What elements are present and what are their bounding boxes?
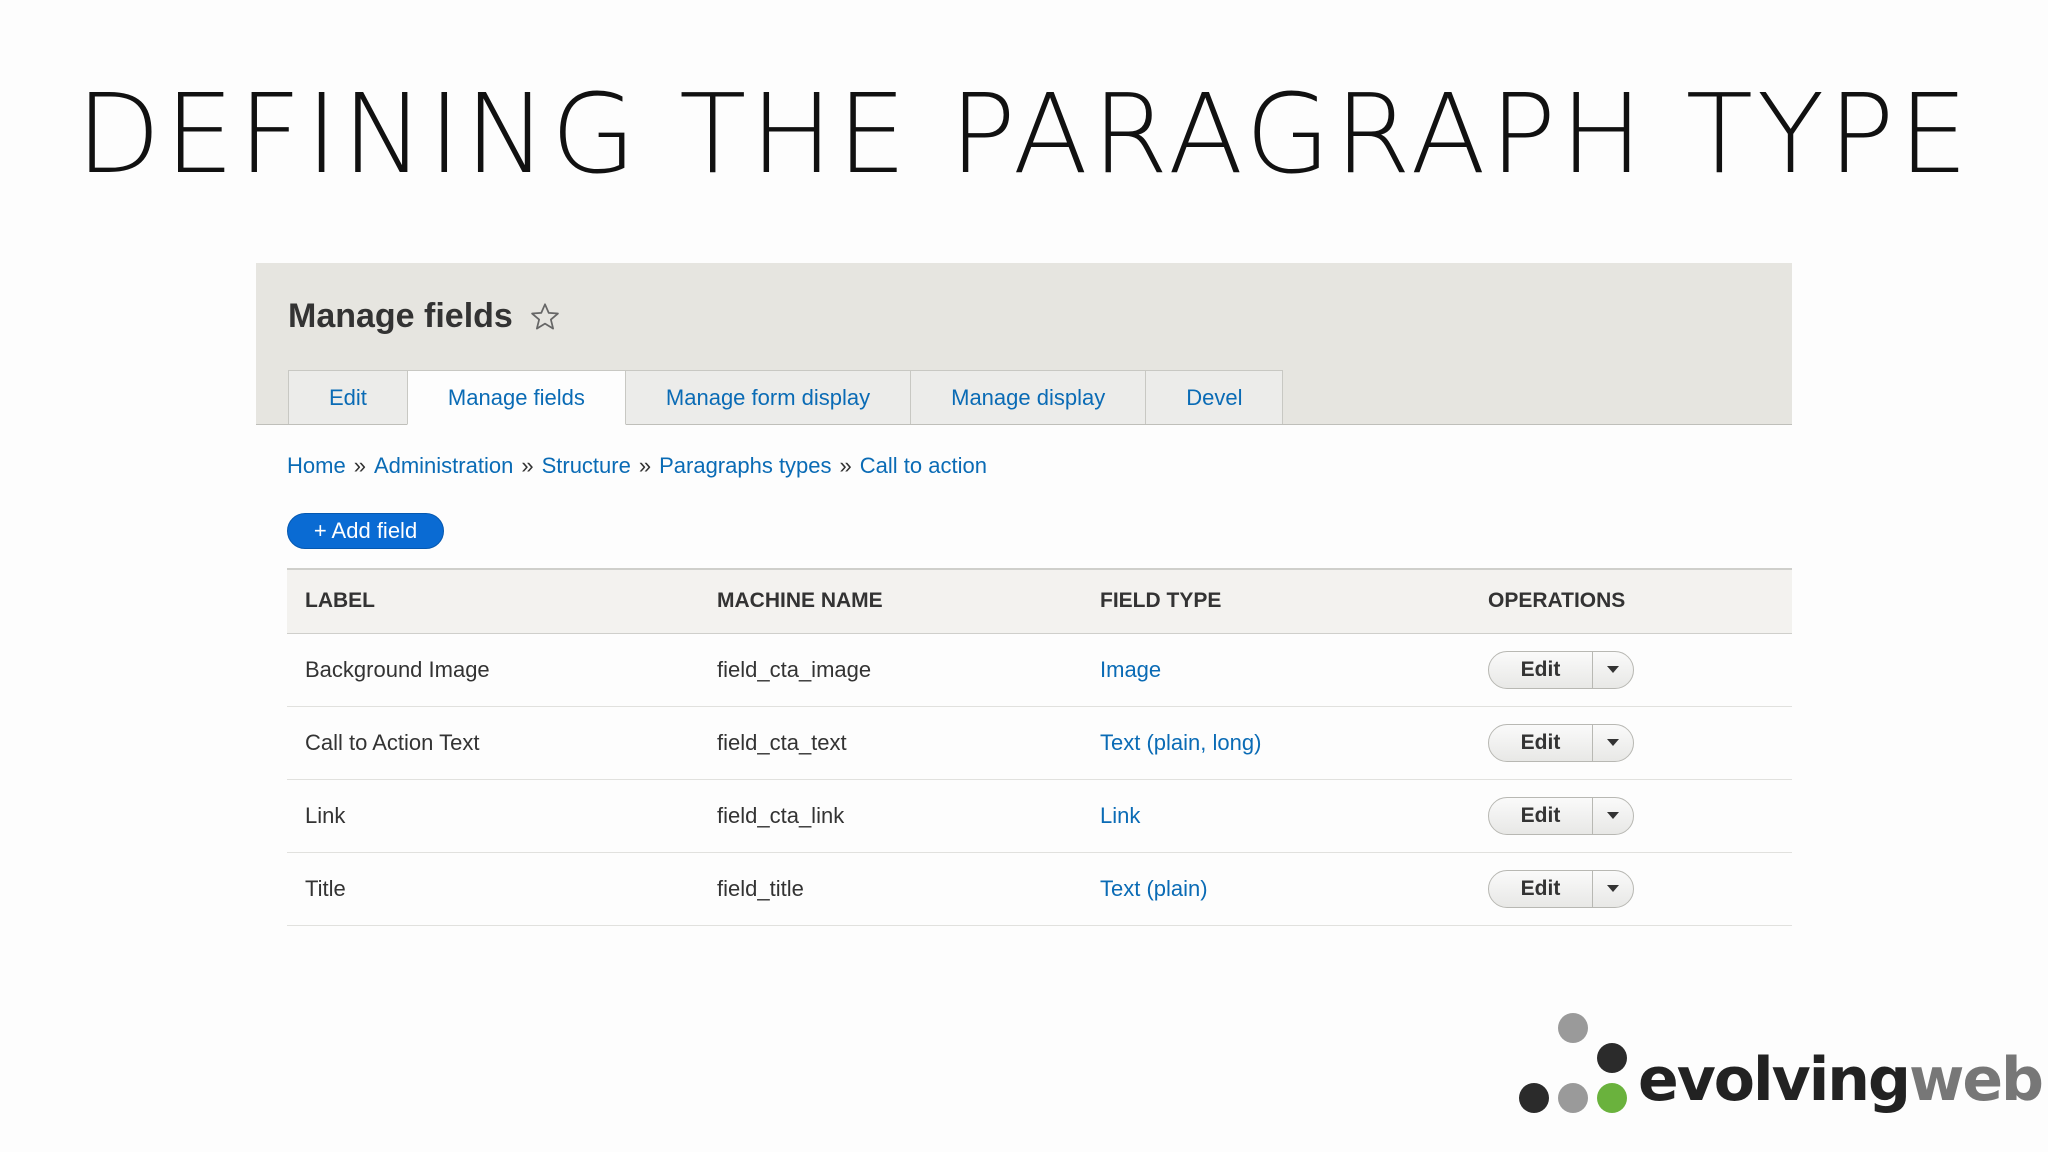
breadcrumb-call-to-action[interactable]: Call to action: [860, 453, 987, 478]
caret-down-icon: [1607, 812, 1619, 819]
operations-toggle-button[interactable]: [1593, 798, 1633, 834]
tab-manage-fields[interactable]: Manage fields: [406, 370, 626, 425]
field-machine-name: field_cta_link: [699, 779, 1082, 853]
breadcrumb-separator: »: [638, 453, 652, 478]
admin-panel: Manage fields Edit Manage fields Manage …: [256, 263, 1792, 926]
caret-down-icon: [1607, 885, 1619, 892]
breadcrumb-paragraphs-types[interactable]: Paragraphs types: [659, 453, 831, 478]
field-machine-name: field_title: [699, 852, 1082, 926]
logo-wordmark: evolvingweb: [1638, 1045, 2044, 1115]
operations-dropbutton: Edit: [1488, 869, 1634, 908]
logo-dots-icon: [1519, 1013, 1627, 1113]
operations-dropbutton: Edit: [1488, 650, 1634, 689]
add-field-button[interactable]: + Add field: [287, 513, 444, 549]
page-title-text: Manage fields: [288, 297, 513, 335]
table-header-row: LABEL MACHINE NAME FIELD TYPE OPERATIONS: [287, 568, 1792, 634]
column-header-machine-name: MACHINE NAME: [699, 568, 1082, 634]
edit-button[interactable]: Edit: [1489, 870, 1593, 907]
field-label: Title: [287, 852, 699, 926]
caret-down-icon: [1607, 666, 1619, 673]
caret-down-icon: [1607, 739, 1619, 746]
edit-button[interactable]: Edit: [1489, 651, 1593, 688]
tabs-bar: Edit Manage fields Manage form display M…: [288, 370, 1284, 425]
edit-button[interactable]: Edit: [1489, 797, 1593, 834]
operations-cell: Edit: [1470, 706, 1792, 780]
breadcrumb-home[interactable]: Home: [287, 453, 346, 478]
table-row: Link field_cta_link Link Edit: [287, 779, 1792, 853]
field-type-link[interactable]: Text (plain, long): [1082, 706, 1470, 780]
field-label: Link: [287, 779, 699, 853]
table-row: Call to Action Text field_cta_text Text …: [287, 706, 1792, 780]
tab-manage-form-display[interactable]: Manage form display: [624, 370, 912, 424]
logo-text-web: web: [1908, 1045, 2044, 1115]
operations-cell: Edit: [1470, 779, 1792, 853]
table-row: Title field_title Text (plain) Edit: [287, 852, 1792, 926]
page-title: Manage fields: [288, 297, 561, 336]
admin-header: Manage fields Edit Manage fields Manage …: [256, 263, 1792, 425]
slide-title: DEFINING THE PARAGRAPH TYPE: [75, 70, 1973, 198]
field-label: Call to Action Text: [287, 706, 699, 780]
column-header-field-type: FIELD TYPE: [1082, 568, 1470, 634]
tab-devel[interactable]: Devel: [1145, 370, 1284, 424]
table-row: Background Image field_cta_image Image E…: [287, 633, 1792, 707]
field-machine-name: field_cta_text: [699, 706, 1082, 780]
breadcrumb-separator: »: [521, 453, 534, 478]
field-label: Background Image: [287, 633, 699, 707]
edit-button[interactable]: Edit: [1489, 724, 1593, 761]
tab-edit[interactable]: Edit: [288, 370, 408, 424]
field-type-link[interactable]: Image: [1082, 633, 1470, 707]
breadcrumb-structure[interactable]: Structure: [542, 453, 631, 478]
fields-table: LABEL MACHINE NAME FIELD TYPE OPERATIONS…: [287, 568, 1792, 926]
breadcrumb: Home » Administration » Structure » Paragraphs…: [287, 453, 987, 479]
operations-cell: Edit: [1470, 633, 1792, 707]
breadcrumb-administration[interactable]: Administration: [374, 453, 513, 478]
column-header-operations: OPERATIONS: [1470, 568, 1792, 634]
breadcrumb-separator: »: [353, 453, 366, 478]
tab-manage-display[interactable]: Manage display: [910, 370, 1147, 424]
field-type-link[interactable]: Link: [1082, 779, 1470, 853]
logo-text-evolving: evolving: [1638, 1045, 1911, 1115]
field-type-link[interactable]: Text (plain): [1082, 852, 1470, 926]
evolvingweb-logo: evolvingweb: [1518, 1010, 2044, 1130]
field-machine-name: field_cta_image: [699, 633, 1082, 707]
operations-dropbutton: Edit: [1488, 796, 1634, 835]
operations-cell: Edit: [1470, 852, 1792, 926]
column-header-label: LABEL: [287, 568, 699, 634]
breadcrumb-separator: »: [839, 453, 852, 478]
operations-toggle-button[interactable]: [1593, 652, 1633, 688]
operations-toggle-button[interactable]: [1593, 725, 1633, 761]
operations-dropbutton: Edit: [1488, 723, 1634, 762]
star-outline-icon[interactable]: [529, 301, 561, 333]
operations-toggle-button[interactable]: [1593, 871, 1633, 907]
